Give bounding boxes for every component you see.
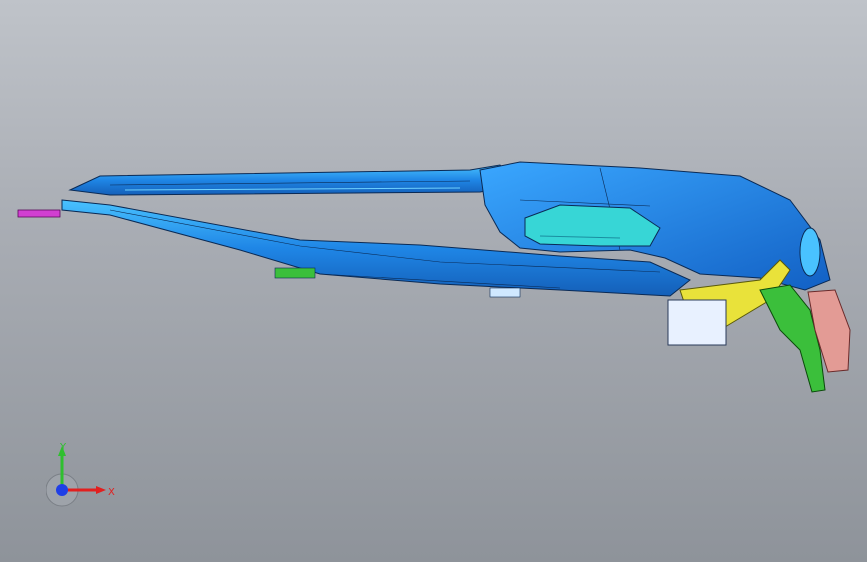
tip-pin (17, 209, 61, 218)
x-axis-label: X (108, 487, 115, 498)
cad-viewport[interactable]: Y X (0, 0, 867, 562)
z-axis-dot (56, 484, 68, 496)
y-axis-label: Y (59, 442, 67, 453)
upper-rail (68, 164, 522, 196)
axis-triad: Y X (46, 442, 115, 507)
white-bracket (667, 299, 727, 346)
3d-model[interactable] (0, 0, 867, 562)
